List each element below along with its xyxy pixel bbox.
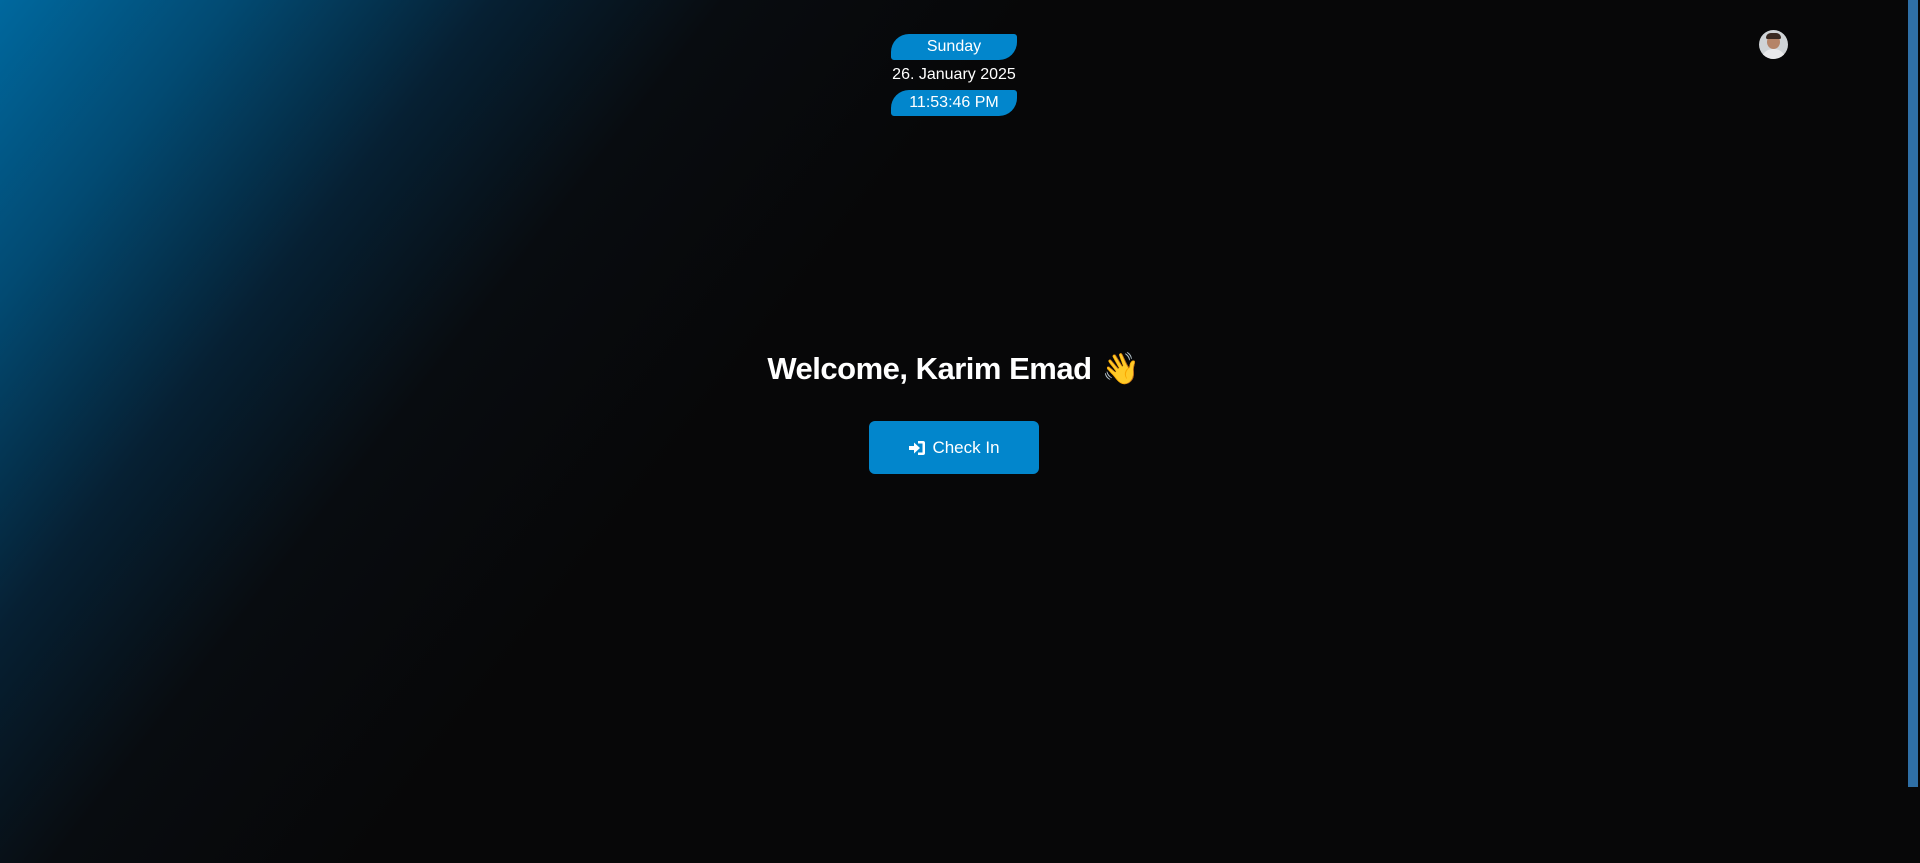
scrollbar-thumb[interactable]: [1908, 0, 1918, 787]
welcome-text: Welcome, Karim Emad: [767, 351, 1092, 386]
avatar-shoulders: [1761, 49, 1786, 59]
time-badge: 11:53:46 PM: [891, 90, 1017, 116]
avatar-hair: [1766, 33, 1781, 39]
check-in-label: Check In: [932, 437, 1000, 457]
date-time-widget: Sunday 26. January 2025 11:53:46 PM: [890, 34, 1018, 116]
sign-in-icon: [908, 440, 926, 456]
waving-hand-icon: 👋: [1101, 351, 1141, 387]
user-avatar[interactable]: [1759, 30, 1788, 59]
date-label: 26. January 2025: [892, 66, 1016, 83]
check-in-button[interactable]: Check In: [869, 421, 1039, 474]
day-badge: Sunday: [891, 34, 1017, 60]
welcome-heading: Welcome, Karim Emad 👋: [0, 350, 1907, 387]
